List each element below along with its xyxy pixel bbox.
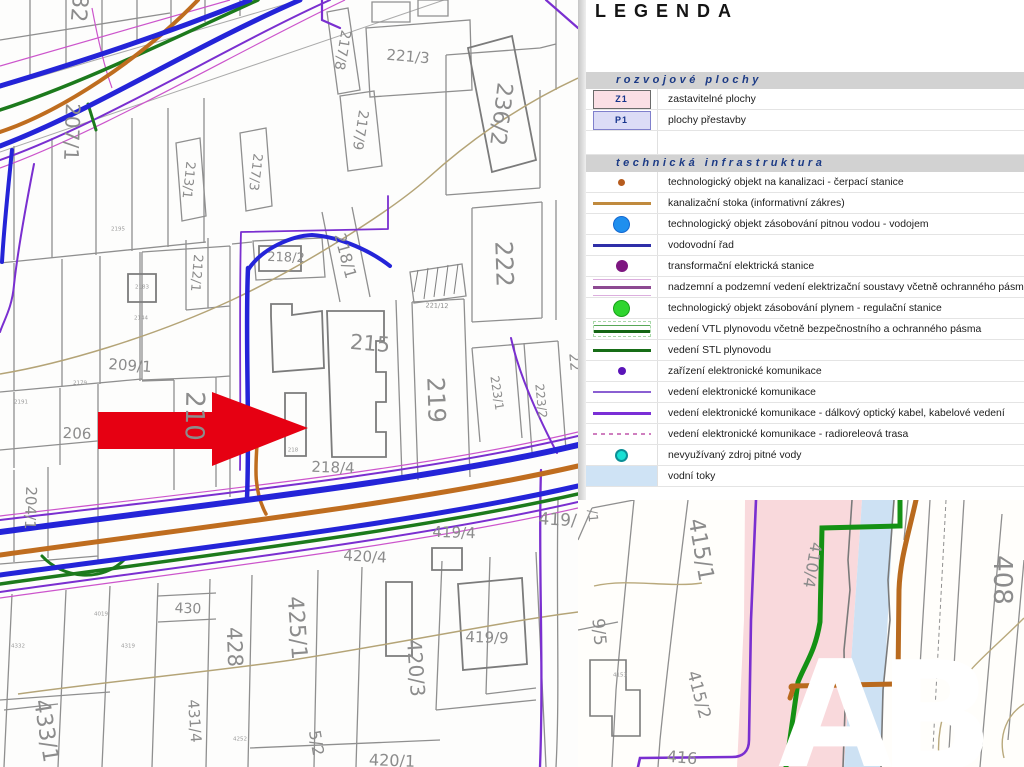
legend-title: LEGENDA bbox=[595, 1, 739, 22]
watermark-letter: B bbox=[878, 629, 994, 767]
legend-row: technologický objekt zásobování plynem -… bbox=[586, 298, 1024, 319]
legend-row: nevyužívaný zdroj pitné vody bbox=[586, 445, 1024, 466]
water-lines bbox=[0, 0, 578, 575]
buildings bbox=[128, 36, 536, 670]
legend-label: plochy přestavby bbox=[658, 115, 1024, 126]
legend-sections: rozvojové plochyZ1 zastavitelné plochy P1 p… bbox=[586, 72, 1024, 487]
screenshot-root: 82207/1213/1217/3217/8221/3217/9236/2222… bbox=[0, 0, 1024, 767]
legend-row: transformační elektrická stanice bbox=[586, 256, 1024, 277]
legend-label: technologický objekt na kanalizaci - čer… bbox=[658, 177, 1024, 188]
legend-symbol-cell: Z1 bbox=[586, 89, 658, 109]
legend-label: vedení elektronické komunikace bbox=[658, 387, 1024, 398]
legend-symbol-cell: P1 bbox=[586, 110, 658, 130]
dot-sewer-symbol bbox=[618, 179, 625, 186]
legend-spacer bbox=[586, 131, 1024, 155]
legend-row: nadzemní a podzemní vedení elektrizační … bbox=[586, 277, 1024, 298]
legend-symbol-cell bbox=[586, 361, 658, 381]
dot-gas-symbol bbox=[613, 300, 630, 317]
legend-row: vodovodní řad bbox=[586, 235, 1024, 256]
telecom-lines-detail bbox=[638, 500, 756, 767]
legend-label: nadzemní a podzemní vedení elektrizační … bbox=[658, 282, 1024, 293]
legend-row: kanalizační stoka (informativní zákres) bbox=[586, 193, 1024, 214]
legend-symbol-cell bbox=[586, 193, 658, 213]
legend-symbol-cell bbox=[586, 214, 658, 234]
dot-water-symbol bbox=[613, 216, 630, 233]
band-electric-symbol bbox=[593, 279, 651, 296]
legend-symbol-cell bbox=[586, 277, 658, 297]
legend-symbol-cell bbox=[586, 298, 658, 318]
legend-label: vedení VTL plynovodu včetně bezpečnostní… bbox=[658, 324, 1024, 335]
legend-row: vodní toky bbox=[586, 466, 1024, 487]
line-telecom-symbol bbox=[593, 391, 651, 393]
legend-spacer-cell bbox=[586, 131, 658, 154]
legend-row: technologický objekt na kanalizaci - čer… bbox=[586, 172, 1024, 193]
building-hatching bbox=[414, 264, 458, 299]
legend-symbol-cell bbox=[586, 172, 658, 192]
line-sewer-symbol bbox=[593, 202, 651, 205]
legend-label: technologický objekt zásobování plynem -… bbox=[658, 303, 1024, 314]
cadastral-map-main: 82207/1213/1217/3217/8221/3217/9236/2222… bbox=[0, 0, 578, 767]
sewer-lines bbox=[0, 0, 578, 555]
legend-label: transformační elektrická stanice bbox=[658, 261, 1024, 272]
legend-symbol-cell bbox=[586, 466, 658, 486]
page-edge-shadow bbox=[578, 0, 586, 500]
legend-row: vedení elektronické komunikace - dálkový… bbox=[586, 403, 1024, 424]
legend-section-title: technická infrastruktura bbox=[586, 155, 1024, 172]
dot-transformer-symbol bbox=[616, 260, 628, 272]
red-arrow-annotation bbox=[98, 392, 308, 466]
legend-label: nevyužívaný zdroj pitné vody bbox=[658, 450, 1024, 461]
legend-label: vedení elektronické komunikace - radiore… bbox=[658, 429, 1024, 440]
line-gas-symbol bbox=[593, 349, 651, 352]
watermark: A B bbox=[778, 629, 994, 767]
legend-row: Z1 zastavitelné plochy bbox=[586, 89, 1024, 110]
legend-symbol-cell bbox=[586, 340, 658, 360]
legend-symbol-cell bbox=[586, 403, 658, 423]
fill-water-symbol bbox=[586, 466, 657, 486]
legend-label: vodovodní řad bbox=[658, 240, 1024, 251]
line-telecom-thick-symbol bbox=[593, 412, 651, 415]
legend-label: vedení STL plynovodu bbox=[658, 345, 1024, 356]
legend-row: vedení STL plynovodu bbox=[586, 340, 1024, 361]
line-water-symbol bbox=[593, 244, 651, 247]
legend-label: zastavitelné plochy bbox=[658, 94, 1024, 105]
legend-label: zařízení elektronické komunikace bbox=[658, 366, 1024, 377]
legend-label: vedení elektronické komunikace - dálkový… bbox=[658, 408, 1024, 419]
band-gas-symbol bbox=[593, 321, 651, 337]
legend-row: vedení elektronické komunikace bbox=[586, 382, 1024, 403]
legend-row: zařízení elektronické komunikace bbox=[586, 361, 1024, 382]
cadastral-map-detail-svg: A B bbox=[578, 500, 1024, 767]
legend-row: vedení VTL plynovodu včetně bezpečnostní… bbox=[586, 319, 1024, 340]
watermark-letter: A bbox=[778, 629, 893, 767]
legend-label: kanalizační stoka (informativní zákres) bbox=[658, 198, 1024, 209]
dot-telecom-symbol bbox=[618, 367, 626, 375]
legend-symbol-cell bbox=[586, 382, 658, 402]
legend-section-title: rozvojové plochy bbox=[586, 72, 1024, 89]
legend-row: technologický objekt zásobování pitnou v… bbox=[586, 214, 1024, 235]
legend-symbol-cell bbox=[586, 256, 658, 276]
area-p1-symbol: P1 bbox=[593, 111, 651, 130]
legend-panel: LEGENDA rozvojové plochyZ1 zastavitelné p… bbox=[578, 0, 1024, 500]
area-z1-symbol: Z1 bbox=[593, 90, 651, 109]
dot-spring-symbol bbox=[615, 449, 628, 462]
legend-row: vedení elektronické komunikace - radiore… bbox=[586, 424, 1024, 445]
legend-label: vodní toky bbox=[658, 471, 1024, 482]
legend-symbol-cell bbox=[586, 235, 658, 255]
legend-symbol-cell bbox=[586, 445, 658, 465]
legend-symbol-cell bbox=[586, 424, 658, 444]
dash-radio-symbol bbox=[593, 433, 651, 435]
legend-label: technologický objekt zásobování pitnou v… bbox=[658, 219, 1024, 230]
legend-symbol-cell bbox=[586, 319, 658, 339]
cadastral-map-detail: A B 415/1410/44089/5415/2416/14153 bbox=[578, 500, 1024, 767]
cadastral-map-svg bbox=[0, 0, 578, 767]
legend-row: P1 plochy přestavby bbox=[586, 110, 1024, 131]
